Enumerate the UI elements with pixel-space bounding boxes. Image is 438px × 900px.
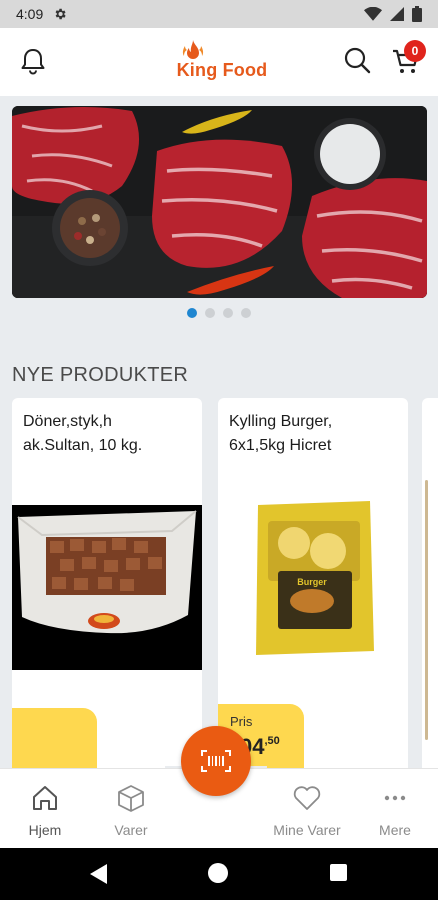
banner-pagination xyxy=(0,308,438,318)
promo-banner[interactable] xyxy=(12,106,427,298)
pagination-dot-4[interactable] xyxy=(241,308,251,318)
price-cents: ,50 xyxy=(264,735,280,747)
pagination-dot-2[interactable] xyxy=(205,308,215,318)
bell-icon[interactable] xyxy=(18,46,48,76)
nav-item-home[interactable]: Hjem xyxy=(20,783,70,838)
product-name: Döner,styk,h ak.Sultan, 10 kg. xyxy=(23,413,143,454)
barcode-icon xyxy=(201,750,231,772)
brand-name: King Food xyxy=(176,60,268,80)
scrollbar[interactable] xyxy=(425,480,428,740)
battery-icon xyxy=(412,6,422,22)
nav-label-varer: Varer xyxy=(114,822,148,838)
steak-banner-image xyxy=(12,106,427,298)
product-card[interactable]: Döner,styk,h ak.Sultan, 10 kg. xyxy=(12,398,202,778)
nav-label-mere: Mere xyxy=(379,822,411,838)
status-time: 4:09 xyxy=(16,6,44,22)
settings-icon xyxy=(55,8,66,20)
brand-logo[interactable]: King Food xyxy=(168,40,276,86)
section-title: NYE PRODUKTER xyxy=(12,364,189,386)
heart-icon xyxy=(293,786,321,810)
nav-label-home: Hjem xyxy=(28,822,62,838)
product-name: Kylling Burger, 6x1,5kg Hicret xyxy=(229,413,333,454)
package-brand: Burger xyxy=(297,577,327,587)
price-label: Pris xyxy=(230,714,253,729)
app-header: King Food xyxy=(0,28,438,96)
cart-count-badge: 0 xyxy=(404,40,426,62)
nav-item-varer[interactable]: Varer xyxy=(106,783,156,838)
pagination-dot-1[interactable] xyxy=(187,308,197,318)
search-icon[interactable] xyxy=(343,46,371,74)
wifi-icon xyxy=(364,7,382,21)
box-icon xyxy=(118,785,144,812)
nav-label-mine-varer: Mine Varer xyxy=(273,822,341,838)
back-icon[interactable] xyxy=(90,864,108,884)
recents-icon[interactable] xyxy=(330,864,347,881)
product-image xyxy=(12,505,202,670)
signal-icon xyxy=(390,7,404,21)
pagination-dot-3[interactable] xyxy=(223,308,233,318)
system-navigation-bar xyxy=(0,848,438,900)
nav-item-mere[interactable]: Mere xyxy=(370,783,420,838)
status-bar: 4:09 xyxy=(0,0,438,28)
product-image: Burger xyxy=(256,501,374,655)
product-card[interactable]: Kylling Burger, 6x1,5kg Hicret Burger Pr… xyxy=(218,398,408,778)
barcode-scan-button[interactable] xyxy=(181,726,251,796)
home-icon xyxy=(33,786,57,810)
home-circle-icon[interactable] xyxy=(208,863,228,883)
nav-item-mine-varer[interactable]: Mine Varer xyxy=(268,783,346,838)
more-dots-icon xyxy=(384,795,406,801)
